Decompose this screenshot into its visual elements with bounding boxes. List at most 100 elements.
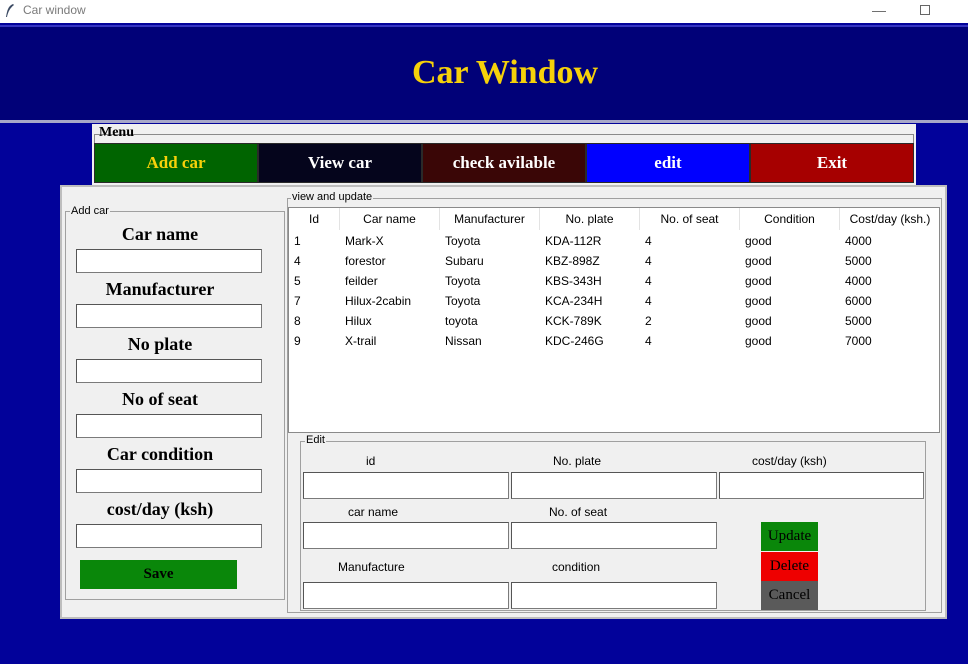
table-cell: Hilux [345, 314, 372, 328]
table-cell: 7000 [845, 334, 872, 348]
table-cell: good [745, 334, 772, 348]
view-update-legend: view and update [291, 191, 374, 203]
table-row[interactable]: 8 Hilux toyota KCK-789K 2 good 5000 [289, 311, 939, 331]
manufacturer-input[interactable] [76, 304, 262, 328]
table-cell: good [745, 294, 772, 308]
table-cell: Toyota [445, 234, 481, 248]
minimize-icon: — [872, 2, 886, 18]
edit-seats-input[interactable] [511, 522, 717, 549]
edit-seats-label: No. of seat [549, 505, 608, 519]
column-header-id[interactable]: Id [289, 208, 340, 230]
delete-button[interactable]: Delete [761, 552, 818, 581]
table-cell: good [745, 254, 772, 268]
edit-car-name-input[interactable] [303, 522, 509, 549]
manufacturer-label: Manufacturer [105, 279, 215, 299]
table-cell: feilder [345, 274, 378, 288]
table-cell: 4 [645, 334, 652, 348]
column-header-manufacturer[interactable]: Manufacturer [440, 208, 540, 230]
window-titlebar: Car window — [0, 0, 968, 23]
no-of-seat-label: No of seat [122, 389, 198, 409]
car-condition-label: Car condition [106, 444, 214, 464]
cancel-button[interactable]: Cancel [761, 581, 818, 610]
exit-button[interactable]: Exit [750, 143, 914, 183]
table-row[interactable]: 9 X-trail Nissan KDC-246G 4 good 7000 [289, 331, 939, 351]
table-cell: Toyota [445, 294, 481, 308]
edit-condition-input[interactable] [511, 582, 717, 609]
table-cell: 5000 [845, 254, 872, 268]
add-car-button[interactable]: Add car [94, 143, 258, 183]
table-cell: 4 [645, 294, 652, 308]
header-banner: Car Window [0, 25, 968, 120]
table-row[interactable]: 1 Mark-X Toyota KDA-112R 4 good 4000 [289, 231, 939, 251]
table-cell: toyota [445, 314, 478, 328]
menu-label: Menu [99, 125, 134, 140]
add-car-legend: Add car [70, 205, 110, 217]
cost-per-day-input[interactable] [76, 524, 262, 548]
no-plate-input[interactable] [76, 359, 262, 383]
edit-legend: Edit [305, 434, 326, 446]
table-cell: 4000 [845, 274, 872, 288]
save-button[interactable]: Save [80, 560, 237, 589]
column-header-car-name[interactable]: Car name [340, 208, 440, 230]
table-cell: good [745, 234, 772, 248]
edit-no-plate-label: No. plate [553, 454, 602, 468]
table-cell: 5 [294, 274, 301, 288]
edit-id-label: id [366, 454, 376, 468]
table-cell: Subaru [445, 254, 484, 268]
maximize-button[interactable] [902, 0, 948, 23]
view-car-button[interactable]: View car [258, 143, 422, 183]
edit-button[interactable]: edit [586, 143, 750, 183]
table-cell: 2 [645, 314, 652, 328]
car-name-input[interactable] [76, 249, 262, 273]
header-divider [0, 120, 968, 123]
table-cell: KCK-789K [545, 314, 602, 328]
table-cell: X-trail [345, 334, 377, 348]
no-of-seat-input[interactable] [76, 414, 262, 438]
edit-manufacture-input[interactable] [303, 582, 509, 609]
table-cell: 7 [294, 294, 301, 308]
table-cell: 4 [645, 234, 652, 248]
table-cell: good [745, 274, 772, 288]
window-title: Car window [23, 3, 86, 17]
table-cell: Mark-X [345, 234, 384, 248]
table-cell: 6000 [845, 294, 872, 308]
update-button[interactable]: Update [761, 522, 818, 551]
table-cell: Nissan [445, 334, 482, 348]
maximize-icon [920, 5, 930, 15]
table-cell: Hilux-2cabin [345, 294, 412, 308]
table-cell: KDC-246G [545, 334, 604, 348]
table-cell: KBS-343H [545, 274, 602, 288]
table-row[interactable]: 4 forestor Subaru KBZ-898Z 4 good 5000 [289, 251, 939, 271]
table-cell: 4000 [845, 234, 872, 248]
table-cell: KDA-112R [545, 234, 602, 248]
column-header-no-plate[interactable]: No. plate [540, 208, 640, 230]
page-title: Car Window [411, 54, 599, 91]
table-cell: 4 [294, 254, 301, 268]
car-name-label: Car name [121, 224, 199, 244]
table-cell: 5000 [845, 314, 872, 328]
table-cell: KCA-234H [545, 294, 603, 308]
car-condition-input[interactable] [76, 469, 262, 493]
minimize-button[interactable]: — [856, 0, 902, 23]
cars-table[interactable]: Id Car name Manufacturer No. plate No. o… [288, 207, 940, 433]
table-row[interactable]: 5 feilder Toyota KBS-343H 4 good 4000 [289, 271, 939, 291]
table-cell: 4 [645, 254, 652, 268]
edit-cost-input[interactable] [719, 472, 924, 499]
edit-id-input[interactable] [303, 472, 509, 499]
table-cell: 4 [645, 274, 652, 288]
edit-car-name-label: car name [348, 505, 399, 519]
table-cell: 1 [294, 234, 301, 248]
edit-manufacture-label: Manufacture [338, 560, 405, 574]
edit-no-plate-input[interactable] [511, 472, 717, 499]
column-header-no-of-seat[interactable]: No. of seat [640, 208, 740, 230]
table-cell: 9 [294, 334, 301, 348]
table-cell: good [745, 314, 772, 328]
check-available-button[interactable]: check avilable [422, 143, 586, 183]
column-header-condition[interactable]: Condition [740, 208, 840, 230]
column-header-cost[interactable]: Cost/day (ksh.) [840, 208, 940, 230]
table-row[interactable]: 7 Hilux-2cabin Toyota KCA-234H 4 good 6000 [289, 291, 939, 311]
table-cell: forestor [345, 254, 386, 268]
feather-icon [6, 4, 14, 17]
no-plate-label: No plate [127, 334, 193, 354]
table-header: Id Car name Manufacturer No. plate No. o… [289, 208, 939, 230]
